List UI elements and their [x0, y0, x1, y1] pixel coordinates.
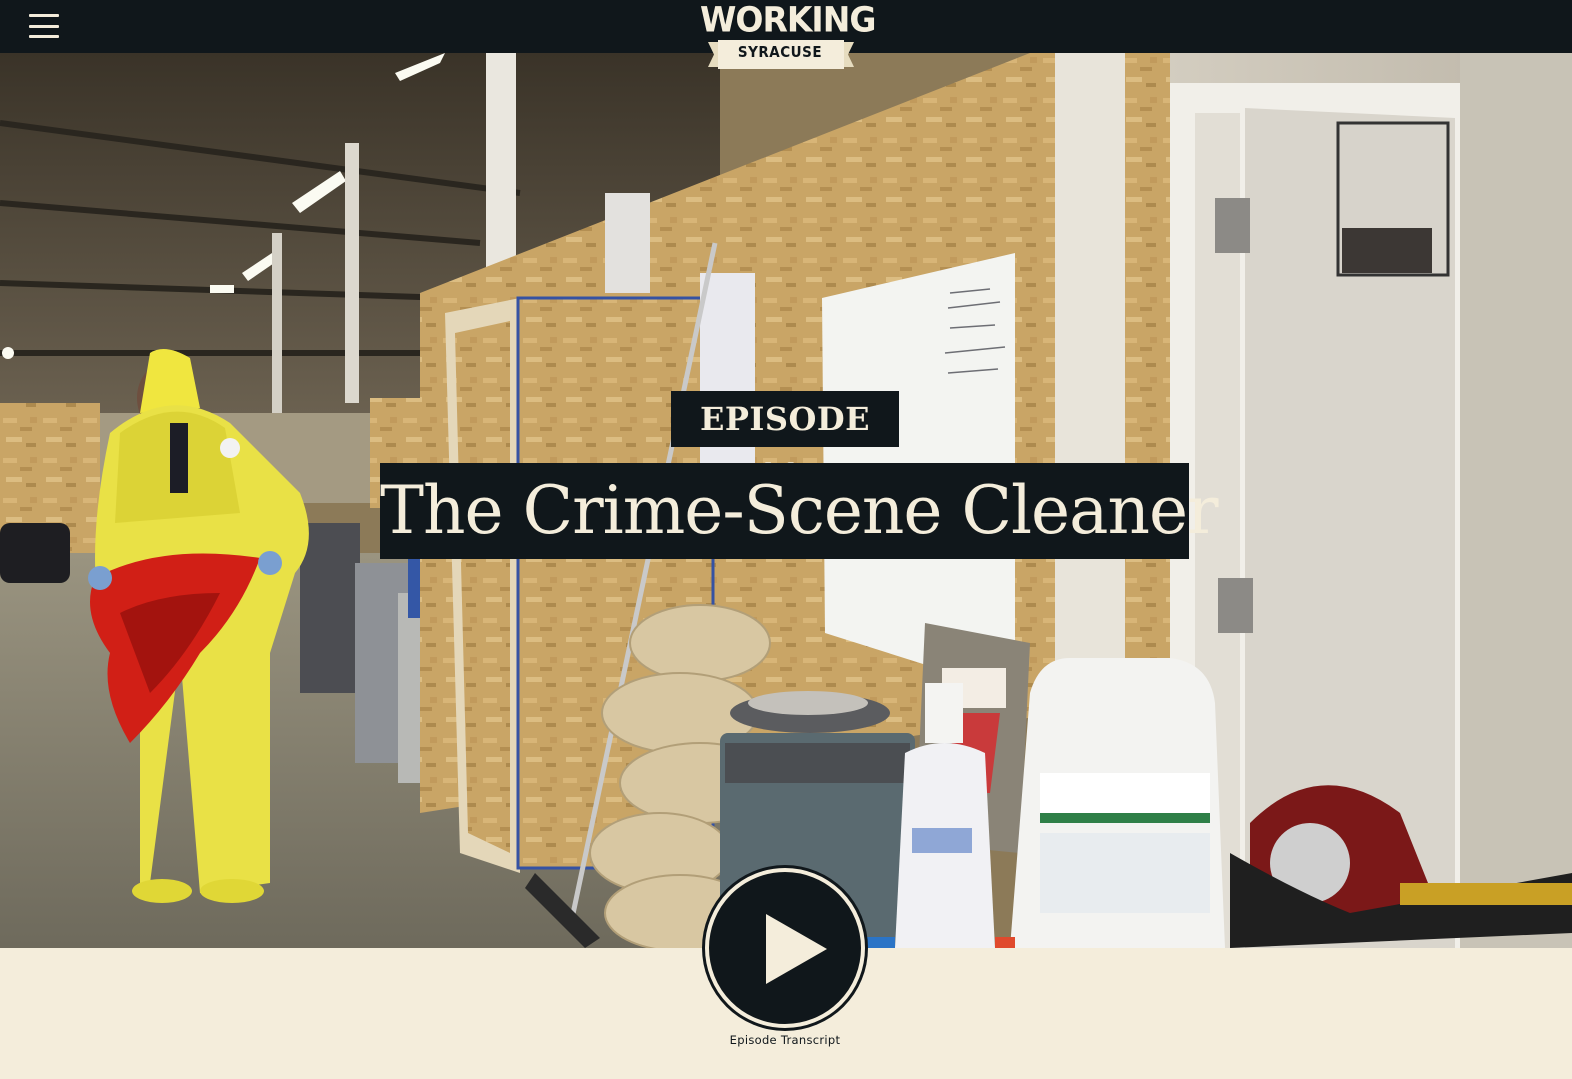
logo-wordmark: WORKING — [700, 0, 876, 40]
warehouse-scene-image — [0, 53, 1572, 948]
play-button[interactable] — [705, 868, 865, 1028]
menu-line — [29, 14, 59, 17]
menu-line — [29, 35, 59, 38]
hero-video-still[interactable]: EPISODE 11: The Crime-Scene Cleaner — [0, 53, 1572, 948]
menu-line — [29, 24, 59, 28]
hamburger-menu-button[interactable] — [28, 12, 60, 40]
play-icon — [766, 914, 827, 984]
episode-transcript-link[interactable]: Episode Transcript — [700, 1033, 870, 1047]
site-logo[interactable]: WORKING SYRACUSE — [700, 0, 876, 75]
logo-subtitle: SYRACUSE — [737, 43, 823, 61]
